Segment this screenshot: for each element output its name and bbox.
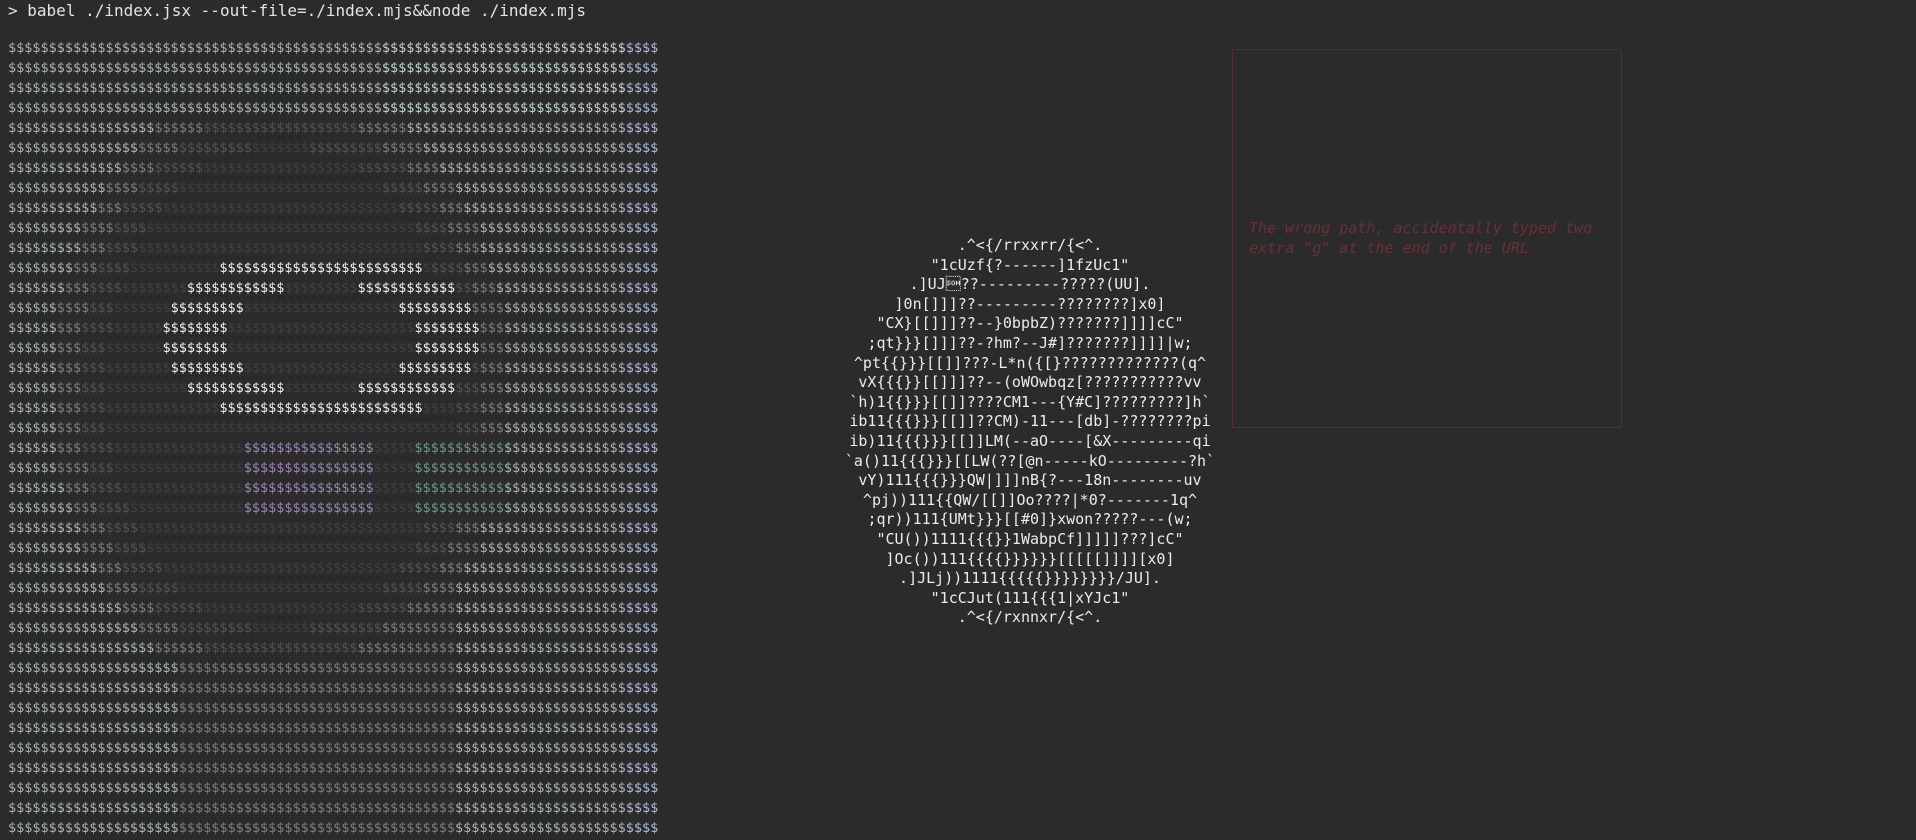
command-text: babel ./index.jsx --out-file=./index.mjs… [27, 1, 586, 20]
ascii-ball-line: "1cUzf{?------]1fzUc1" [930, 255, 1130, 274]
ascii-art-row: $$$$$$$$$$$$$$$$$$$$$$$$$$$$$$$$$$$$$$$$… [8, 100, 659, 116]
command-line: > babel ./index.jsx --out-file=./index.m… [8, 1, 586, 21]
ascii-art-row: $$$$$$$$$$$$$$$$$$$$$$$$$$$$$$$$$$$$$$$$… [8, 280, 659, 296]
ascii-ball-line: `h)1{{}}}[[]]????CM1---{Y#C]?????????]h` [849, 392, 1211, 411]
ascii-art-row: $$$$$$$$$$$$$$$$$$$$$$$$$$$$$$$$$$$$$$$$… [8, 240, 659, 256]
ascii-ball-line: "1cCJut(111{{{1|xYJc1" [930, 588, 1130, 607]
ascii-art-row: $$$$$$$$$$$$$$$$$$$$$$$$$$$$$$$$$$$$$$$$… [8, 360, 659, 376]
ascii-art-image: $$$$$$$$$$$$$$$$$$$$$$$$$$$$$$$$$$$$$$$$… [8, 38, 808, 840]
ascii-art-row: $$$$$$$$$$$$$$$$$$$$$$$$$$$$$$$$$$$$$$$$… [8, 440, 659, 456]
ascii-art-row: $$$$$$$$$$$$$$$$$$$$$$$$$$$$$$$$$$$$$$$$… [8, 800, 659, 816]
ascii-art-row: $$$$$$$$$$$$$$$$$$$$$$$$$$$$$$$$$$$$$$$$… [8, 260, 659, 276]
ascii-art-row: $$$$$$$$$$$$$$$$$$$$$$$$$$$$$$$$$$$$$$$$… [8, 700, 659, 716]
ascii-art-row: $$$$$$$$$$$$$$$$$$$$$$$$$$$$$$$$$$$$$$$$… [8, 740, 659, 756]
terminal-window: > babel ./index.jsx --out-file=./index.m… [0, 0, 1916, 840]
ascii-art-row: $$$$$$$$$$$$$$$$$$$$$$$$$$$$$$$$$$$$$$$$… [8, 300, 659, 316]
ascii-ball: .^<{/rrxxrr/{<^. "1cUzf{?------]1fzUc1".]… [820, 236, 1240, 628]
ascii-art-row: $$$$$$$$$$$$$$$$$$$$$$$$$$$$$$$$$$$$$$$$… [8, 320, 659, 336]
ascii-art-row: $$$$$$$$$$$$$$$$$$$$$$$$$$$$$$$$$$$$$$$$… [8, 660, 659, 676]
error-message: The wrong path, accidentally typed two e… [1249, 219, 1593, 257]
ascii-art-row: $$$$$$$$$$$$$$$$$$$$$$$$$$$$$$$$$$$$$$$$… [8, 520, 659, 536]
ascii-art-row: $$$$$$$$$$$$$$$$$$$$$$$$$$$$$$$$$$$$$$$$… [8, 60, 659, 76]
ascii-art-row: $$$$$$$$$$$$$$$$$$$$$$$$$$$$$$$$$$$$$$$$… [8, 340, 659, 356]
ascii-art-row: $$$$$$$$$$$$$$$$$$$$$$$$$$$$$$$$$$$$$$$$… [8, 640, 659, 656]
ascii-art-row: $$$$$$$$$$$$$$$$$$$$$$$$$$$$$$$$$$$$$$$$… [8, 580, 659, 596]
ascii-ball-line: `a()11{{{}}}[[LW(??[@n-----kO---------?h… [844, 451, 1216, 470]
ascii-ball-line: ib11{{{}}}[[]]??CM)-11---[db]-????????pi [849, 412, 1211, 431]
ascii-art-row: $$$$$$$$$$$$$$$$$$$$$$$$$$$$$$$$$$$$$$$$… [8, 680, 659, 696]
ascii-ball-line: ]Oc())111{{{{}}}}}}[[[[[]]]][x0] [885, 549, 1175, 568]
ascii-ball-line: ib)11{{{}}}[[]]LM(--aO----[&X---------qi [849, 431, 1211, 450]
ascii-ball-line: ;qt}}}[]]]??-?hm?--J#]???????]]]]|w; [867, 333, 1193, 352]
ascii-art-row: $$$$$$$$$$$$$$$$$$$$$$$$$$$$$$$$$$$$$$$$… [8, 460, 659, 476]
ascii-art-row: $$$$$$$$$$$$$$$$$$$$$$$$$$$$$$$$$$$$$$$$… [8, 600, 659, 616]
ascii-art-row: $$$$$$$$$$$$$$$$$$$$$$$$$$$$$$$$$$$$$$$$… [8, 140, 659, 156]
ascii-art-row: $$$$$$$$$$$$$$$$$$$$$$$$$$$$$$$$$$$$$$$$… [8, 120, 659, 136]
ascii-art-row: $$$$$$$$$$$$$$$$$$$$$$$$$$$$$$$$$$$$$$$$… [8, 720, 659, 736]
ascii-ball-line: vY)111{{{}}}QW|]]]nB{?---18n--------uv [858, 471, 1202, 490]
ascii-ball-line: vX{{{}}[[]]]??--(oWOwbqz[???????????vv [858, 373, 1202, 392]
ascii-ball-line: ^pj))111{{QW/[[]]Oo????|*0?-------1q^ [862, 490, 1198, 509]
ascii-ball-line: "CU())1111{{{}}1WabpCf]]]]]???]cC" [876, 529, 1184, 548]
ascii-ball-line: .]UJ??---------?????(UU]. [909, 275, 1151, 294]
ascii-art-row: $$$$$$$$$$$$$$$$$$$$$$$$$$$$$$$$$$$$$$$$… [8, 400, 659, 416]
ascii-art-row: $$$$$$$$$$$$$$$$$$$$$$$$$$$$$$$$$$$$$$$$… [8, 500, 659, 516]
ascii-art-row: $$$$$$$$$$$$$$$$$$$$$$$$$$$$$$$$$$$$$$$$… [8, 420, 659, 436]
ascii-art-row: $$$$$$$$$$$$$$$$$$$$$$$$$$$$$$$$$$$$$$$$… [8, 620, 659, 636]
ascii-art-row: $$$$$$$$$$$$$$$$$$$$$$$$$$$$$$$$$$$$$$$$… [8, 80, 659, 96]
ascii-ball-line: "CX}[[]]]??--}0bpbZ)???????]]]]cC" [876, 314, 1184, 333]
ascii-art-row: $$$$$$$$$$$$$$$$$$$$$$$$$$$$$$$$$$$$$$$$… [8, 380, 659, 396]
ascii-art-row: $$$$$$$$$$$$$$$$$$$$$$$$$$$$$$$$$$$$$$$$… [8, 560, 659, 576]
error-panel: The wrong path, accidentally typed two e… [1232, 49, 1622, 428]
ascii-ball-line: .]JLj))1111{{{{{}}}}}}}}/JU]. [899, 569, 1161, 588]
ascii-art-row: $$$$$$$$$$$$$$$$$$$$$$$$$$$$$$$$$$$$$$$$… [8, 40, 659, 56]
ascii-art-row: $$$$$$$$$$$$$$$$$$$$$$$$$$$$$$$$$$$$$$$$… [8, 220, 659, 236]
ascii-ball-line: ^pt{{}}}[[]]???-L*n({[}?????????????(q^ [853, 353, 1207, 372]
ascii-ball-line: .^<{/rxnnxr/{<^. [957, 608, 1103, 627]
ascii-art-row: $$$$$$$$$$$$$$$$$$$$$$$$$$$$$$$$$$$$$$$$… [8, 540, 659, 556]
ascii-art-row: $$$$$$$$$$$$$$$$$$$$$$$$$$$$$$$$$$$$$$$$… [8, 200, 659, 216]
ascii-art-row: $$$$$$$$$$$$$$$$$$$$$$$$$$$$$$$$$$$$$$$$… [8, 180, 659, 196]
ascii-art-row: $$$$$$$$$$$$$$$$$$$$$$$$$$$$$$$$$$$$$$$$… [8, 480, 659, 496]
ascii-art-row: $$$$$$$$$$$$$$$$$$$$$$$$$$$$$$$$$$$$$$$$… [8, 780, 659, 796]
ascii-art-row: $$$$$$$$$$$$$$$$$$$$$$$$$$$$$$$$$$$$$$$$… [8, 760, 659, 776]
ascii-art-row: $$$$$$$$$$$$$$$$$$$$$$$$$$$$$$$$$$$$$$$$… [8, 160, 659, 176]
ascii-ball-line: ]0n[]]]??---------????????]x0] [894, 294, 1166, 313]
ascii-art-row: $$$$$$$$$$$$$$$$$$$$$$$$$$$$$$$$$$$$$$$$… [8, 820, 659, 836]
prompt-symbol: > [8, 1, 18, 20]
ascii-ball-line: .^<{/rrxxrr/{<^. [957, 236, 1103, 254]
ascii-ball-line: ;qr))111{UMt}}}[[#0]}xwon?????---(w; [867, 510, 1193, 529]
